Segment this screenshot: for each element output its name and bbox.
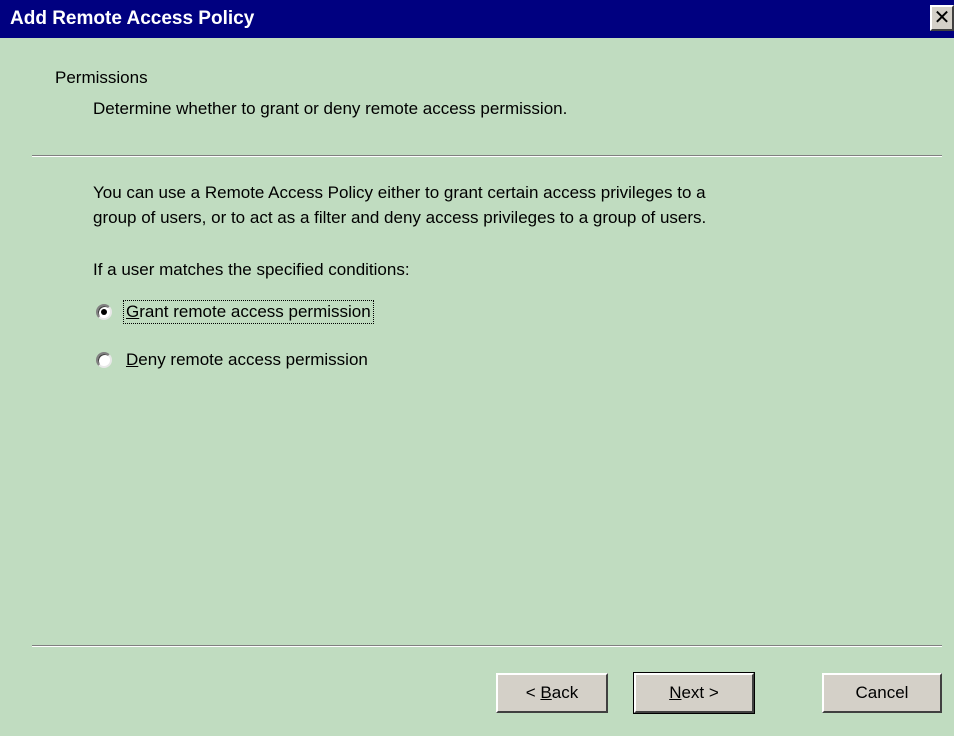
next-button[interactable]: Next > xyxy=(633,672,755,714)
grant-label-rest: rant remote access permission xyxy=(139,302,371,321)
grant-permission-label[interactable]: Grant remote access permission xyxy=(123,300,374,324)
page-title: Permissions xyxy=(55,68,148,87)
description: You can use a Remote Access Policy eithe… xyxy=(93,180,933,230)
deny-permission-label[interactable]: Deny remote access permission xyxy=(124,349,370,371)
back-button-label: < Back xyxy=(526,683,578,703)
title-bar[interactable]: Add Remote Access Policy ✕ xyxy=(0,0,954,38)
condition-label: If a user matches the specified conditio… xyxy=(93,260,410,279)
radio-button-selected[interactable] xyxy=(96,304,112,320)
back-button[interactable]: < Back xyxy=(496,673,608,713)
next-button-label: Next > xyxy=(669,683,719,703)
cancel-button[interactable]: Cancel xyxy=(822,673,942,713)
grant-mnemonic: G xyxy=(126,302,140,321)
back-mnemonic: B xyxy=(540,683,552,702)
description-line-2: group of users, or to act as a filter an… xyxy=(93,208,707,227)
deny-permission-radio[interactable]: Deny remote access permission xyxy=(96,348,370,372)
back-prefix: < xyxy=(525,683,541,702)
grant-permission-radio[interactable]: Grant remote access permission xyxy=(96,300,374,324)
next-rest: ext > xyxy=(681,683,719,702)
dialog-window: Add Remote Access Policy ✕ Permissions D… xyxy=(0,0,954,736)
cancel-button-label: Cancel xyxy=(855,683,909,702)
next-mnemonic: N xyxy=(669,683,682,702)
window-title: Add Remote Access Policy xyxy=(10,8,255,29)
deny-label-rest: eny remote access permission xyxy=(138,350,368,369)
footer-divider xyxy=(32,645,942,647)
close-button[interactable]: ✕ xyxy=(930,5,954,31)
deny-mnemonic: D xyxy=(126,350,139,369)
description-line-1: You can use a Remote Access Policy eithe… xyxy=(93,183,706,202)
close-icon: ✕ xyxy=(933,5,951,29)
page-subtitle: Determine whether to grant or deny remot… xyxy=(93,99,568,118)
header-divider xyxy=(32,155,942,157)
back-rest: ack xyxy=(551,683,579,702)
radio-dot-icon xyxy=(101,309,107,315)
radio-button-unselected[interactable] xyxy=(96,352,112,368)
